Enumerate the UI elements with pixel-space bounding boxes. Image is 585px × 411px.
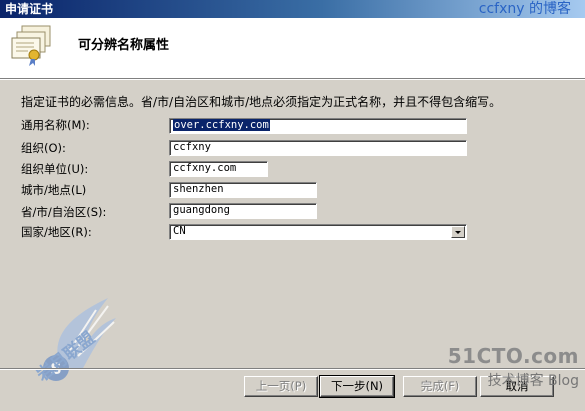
city-field[interactable]: shenzhen: [169, 182, 317, 198]
city-value: shenzhen: [173, 183, 224, 195]
state-field[interactable]: guangdong: [169, 203, 317, 219]
divider: [0, 79, 585, 80]
city-label: 城市/地点(L): [21, 183, 87, 197]
blog-watermark: ccfxny 的博客: [478, 1, 571, 17]
org-unit-field[interactable]: ccfxny.com: [169, 161, 268, 177]
site-watermark-title: 51CTO.com: [447, 344, 579, 368]
org-unit-label: 组织单位(U):: [21, 162, 89, 176]
page-title: 可分辨名称属性: [78, 38, 170, 53]
common-name-label: 通用名称(M):: [21, 118, 90, 132]
site-watermark-subtitle: 技术博客 Blog: [487, 373, 579, 389]
organization-value: ccfxny: [173, 141, 211, 153]
window-title: 申请证书: [5, 2, 54, 16]
state-value: guangdong: [173, 204, 230, 216]
country-value: CN: [173, 225, 186, 237]
site-watermark: 51CTO.com 技术博客 Blog: [448, 344, 579, 390]
certificate-icon: [11, 25, 51, 66]
chevron-down-icon[interactable]: [451, 226, 465, 238]
next-button[interactable]: 下一步(N): [319, 375, 395, 398]
organization-field[interactable]: ccfxny: [169, 140, 467, 156]
common-name-value: over.ccfxny.com: [173, 119, 270, 131]
common-name-field[interactable]: over.ccfxny.com: [169, 118, 467, 134]
org-unit-value: ccfxny.com: [173, 162, 237, 174]
back-button[interactable]: 上一页(P): [244, 376, 318, 397]
wizard-header: 可分辨名称属性: [0, 18, 585, 79]
country-label: 国家/地区(R):: [21, 225, 92, 239]
title-bar: 申请证书 ccfxny 的博客: [0, 0, 585, 18]
instruction-text: 指定证书的必需信息。省/市/自治区和城市/地点必须指定为正式名称，并且不得包含缩…: [21, 95, 502, 109]
state-label: 省/市/自治区(S):: [21, 205, 107, 219]
organization-label: 组织(O):: [21, 141, 66, 155]
country-select[interactable]: CN: [169, 224, 467, 240]
